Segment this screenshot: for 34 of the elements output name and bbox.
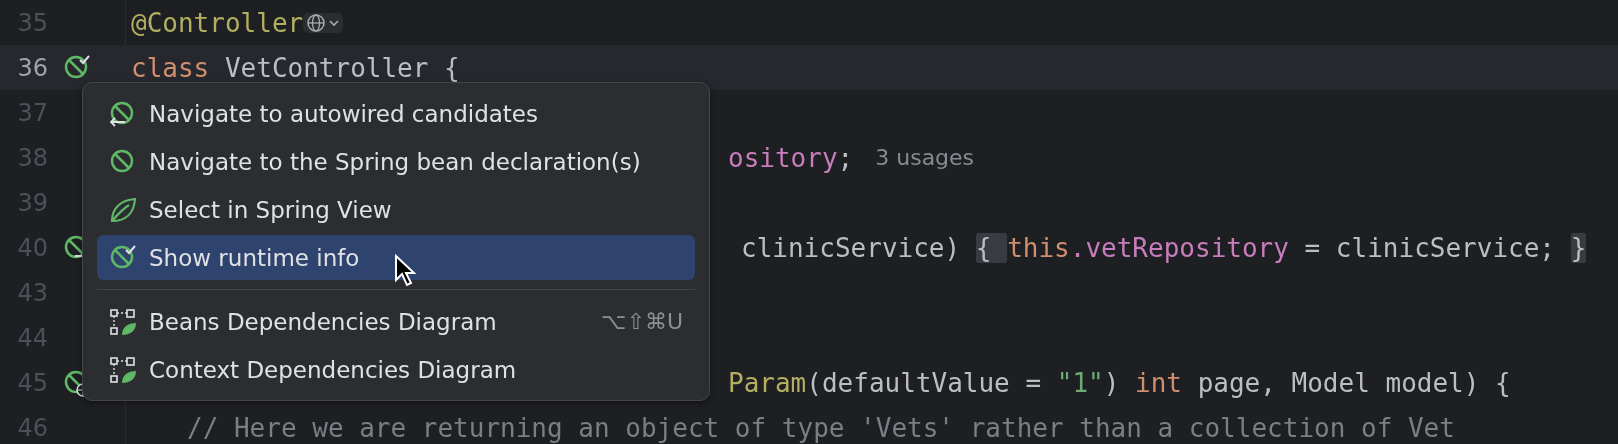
code-token: = clinicService;: [1303, 232, 1556, 263]
code-token: ): [1103, 367, 1121, 398]
chevron-down-icon: [328, 17, 341, 28]
code-comment: // Here we are returning an object of type 'Vets' rather than a collection of Vet: [187, 412, 1455, 443]
code-token: Param: [728, 367, 807, 398]
menu-item[interactable]: Beans Dependencies Diagram ⌥⇧⌘U: [97, 299, 695, 344]
matched-brace: {: [975, 232, 1008, 263]
code-token: page, Model model) {: [1196, 367, 1511, 398]
mouse-pointer-icon: [394, 254, 418, 288]
code-token: VetController {: [223, 52, 460, 83]
globe-icon: [306, 12, 327, 33]
code-token: int: [1135, 367, 1182, 398]
usages-hint: 3 usages: [875, 145, 975, 170]
code-token: class: [131, 52, 210, 83]
menu-item[interactable]: Select in Spring View: [97, 187, 695, 232]
code-token: ository: [728, 142, 838, 173]
menu-item[interactable]: Context Dependencies Diagram: [97, 347, 695, 392]
menu-item[interactable]: Navigate to autowired candidates: [97, 91, 695, 136]
code-token: "1": [1056, 367, 1104, 398]
web-endpoint-inlay[interactable]: [303, 12, 344, 33]
code-token: (defaultValue =: [806, 367, 1043, 398]
matched-brace: }: [1570, 232, 1587, 263]
leaf-icon: [109, 195, 137, 224]
menu-item[interactable]: Navigate to the Spring bean declaration(s): [97, 139, 695, 184]
menu-item[interactable]: Show runtime info: [97, 235, 695, 280]
code-token: .vetRepository: [1069, 232, 1289, 263]
line-number: 36: [16, 53, 48, 82]
diagram-icon: [109, 355, 137, 384]
shortcut-label: ⌥⇧⌘U: [601, 309, 683, 334]
code-token: ;: [837, 142, 854, 173]
code-token: @Controller: [131, 7, 304, 38]
diagram-icon: [109, 307, 137, 336]
code-token: this: [1007, 232, 1070, 263]
code-token: clinicService): [741, 232, 962, 263]
